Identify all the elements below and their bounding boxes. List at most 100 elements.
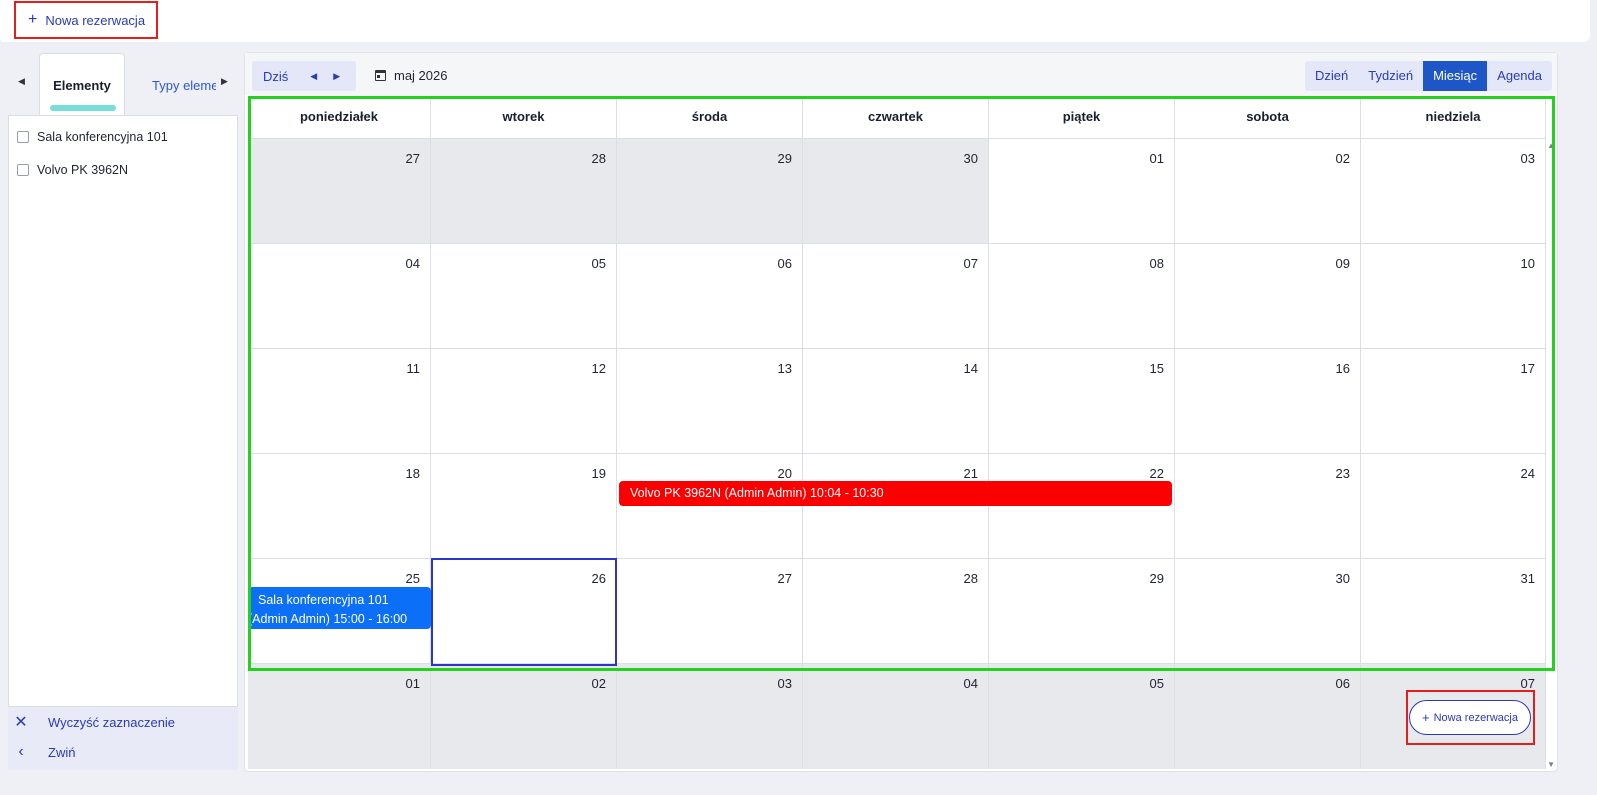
weekday-mon: poniedziałek xyxy=(248,96,431,138)
clear-selection-button[interactable]: ✕ Wyczyść zaznaczenie xyxy=(8,707,238,737)
tabs-scroll-left-icon[interactable]: ◀ xyxy=(18,76,25,87)
day-cell[interactable]: 22 xyxy=(989,454,1175,559)
day-cell[interactable]: 18 xyxy=(248,454,431,559)
day-cell[interactable]: 08 xyxy=(989,244,1175,349)
new-reservation-button[interactable]: + Nowa rezerwacja xyxy=(14,1,158,39)
day-cell[interactable]: 09 xyxy=(1175,244,1361,349)
day-number: 24 xyxy=(1520,466,1535,481)
chevron-left-icon: ‹ xyxy=(18,743,24,760)
day-cell[interactable]: 13 xyxy=(617,349,803,454)
day-number: 25 xyxy=(405,571,420,586)
day-cell[interactable]: 20 xyxy=(617,454,803,559)
day-cell[interactable]: 04 xyxy=(248,244,431,349)
collapse-button[interactable]: ‹ Zwiń xyxy=(8,737,238,767)
element-item-volvo[interactable]: Volvo PK 3962N xyxy=(9,153,237,186)
day-number: 20 xyxy=(777,466,792,481)
week-row: 11 12 13 14 15 16 17 xyxy=(248,348,1546,454)
day-cell[interactable]: 11 xyxy=(248,349,431,454)
month-picker[interactable]: maj 2026 xyxy=(375,68,447,83)
calendar-icon xyxy=(375,70,386,81)
day-cell[interactable]: 30 xyxy=(803,139,989,244)
event-volvo[interactable]: Volvo PK 3962N (Admin Admin) 10:04 - 10:… xyxy=(619,481,1172,506)
day-cell[interactable]: 05 xyxy=(989,664,1175,769)
view-day-button[interactable]: Dzień xyxy=(1305,61,1358,91)
day-cell[interactable]: 21 xyxy=(803,454,989,559)
element-item-sala[interactable]: Sala konferencyjna 101 xyxy=(9,120,237,153)
day-cell[interactable]: 16 xyxy=(1175,349,1361,454)
day-cell[interactable]: 19 xyxy=(431,454,617,559)
day-cell[interactable]: 28 xyxy=(431,139,617,244)
today-button[interactable]: Dziś xyxy=(263,69,288,84)
week-row: 01 02 03 04 05 06 07 xyxy=(248,663,1546,769)
day-number: 28 xyxy=(591,151,606,166)
day-number: 28 xyxy=(963,571,978,586)
day-cell[interactable]: 03 xyxy=(617,664,803,769)
view-agenda-button[interactable]: Agenda xyxy=(1487,61,1552,91)
day-number: 23 xyxy=(1335,466,1350,481)
day-cell[interactable]: 15 xyxy=(989,349,1175,454)
day-number: 29 xyxy=(777,151,792,166)
event-sala[interactable]: Sala konferencyjna 101 (Admin Admin) 15:… xyxy=(248,587,431,629)
day-cell[interactable]: 29 xyxy=(617,139,803,244)
day-cell[interactable]: 06 xyxy=(1175,664,1361,769)
weekday-tue: wtorek xyxy=(431,96,617,138)
scroll-down-icon[interactable]: ▼ xyxy=(1547,760,1555,769)
day-cell[interactable]: 02 xyxy=(431,664,617,769)
day-cell[interactable]: 23 xyxy=(1175,454,1361,559)
day-cell[interactable]: 26 xyxy=(431,559,617,664)
tab-element-types[interactable]: Typy elementów xyxy=(126,53,216,117)
next-month-icon[interactable]: ▶ xyxy=(333,71,340,82)
prev-month-icon[interactable]: ◀ xyxy=(310,71,317,82)
day-cell[interactable]: 04 xyxy=(803,664,989,769)
day-cell[interactable]: 29 xyxy=(989,559,1175,664)
collapse-label: Zwiń xyxy=(48,744,76,760)
tab-elements[interactable]: Elementy xyxy=(39,53,125,117)
day-cell[interactable]: 06 xyxy=(617,244,803,349)
day-number: 26 xyxy=(591,571,606,586)
day-cell[interactable]: 27 xyxy=(617,559,803,664)
day-number: 01 xyxy=(1149,151,1164,166)
tabs-scroll-right-icon[interactable]: ▶ xyxy=(221,76,228,87)
day-number: 02 xyxy=(591,676,606,691)
event-sala-title: Sala konferencyjna 101 xyxy=(258,593,389,607)
view-month-button[interactable]: Miesiąc xyxy=(1423,61,1488,91)
day-number: 07 xyxy=(963,256,978,271)
day-cell[interactable]: 31 xyxy=(1361,559,1546,664)
day-number: 05 xyxy=(1149,676,1164,691)
scroll-up-icon[interactable]: ▲ xyxy=(1547,141,1555,150)
day-cell[interactable]: 28 xyxy=(803,559,989,664)
date-navigation: Dziś ◀ ▶ xyxy=(252,61,356,91)
tab-elements-label: Elementy xyxy=(53,78,111,93)
element-checkbox[interactable] xyxy=(17,163,29,176)
day-cell[interactable]: 07 xyxy=(803,244,989,349)
floating-new-reservation-button[interactable]: + Nowa rezerwacja xyxy=(1409,700,1531,735)
day-cell[interactable]: 03 xyxy=(1361,139,1546,244)
day-cell[interactable]: 17 xyxy=(1361,349,1546,454)
day-number: 14 xyxy=(963,361,978,376)
day-cell[interactable]: 27 xyxy=(248,139,431,244)
day-number: 27 xyxy=(777,571,792,586)
day-cell[interactable]: 10 xyxy=(1361,244,1546,349)
day-number: 11 xyxy=(406,361,421,376)
tab-active-indicator xyxy=(50,105,116,111)
day-cell[interactable]: 12 xyxy=(431,349,617,454)
month-grid: poniedziałek wtorek środa czwartek piąte… xyxy=(248,96,1555,771)
element-label: Volvo PK 3962N xyxy=(37,162,129,177)
calendar-toolbar: Dziś ◀ ▶ maj 2026 Dzień Tydzień Miesiąc … xyxy=(245,53,1557,95)
day-cell[interactable]: 30 xyxy=(1175,559,1361,664)
view-week-button[interactable]: Tydzień xyxy=(1358,61,1423,91)
day-cell[interactable]: 05 xyxy=(431,244,617,349)
day-cell[interactable]: 24 xyxy=(1361,454,1546,559)
day-number: 31 xyxy=(1520,571,1535,586)
day-cell[interactable]: 02 xyxy=(1175,139,1361,244)
day-cell[interactable]: 01 xyxy=(989,139,1175,244)
day-cell[interactable]: 14 xyxy=(803,349,989,454)
plus-icon: + xyxy=(1422,710,1430,725)
elements-list: Sala konferencyjna 101 Volvo PK 3962N xyxy=(8,115,238,707)
element-checkbox[interactable] xyxy=(17,130,29,143)
view-switcher: Dzień Tydzień Miesiąc Agenda xyxy=(1305,61,1552,91)
element-label: Sala konferencyjna 101 xyxy=(37,129,168,144)
day-cell[interactable]: 01 xyxy=(248,664,431,769)
day-number: 02 xyxy=(1335,151,1350,166)
day-number: 07 xyxy=(1520,676,1535,691)
